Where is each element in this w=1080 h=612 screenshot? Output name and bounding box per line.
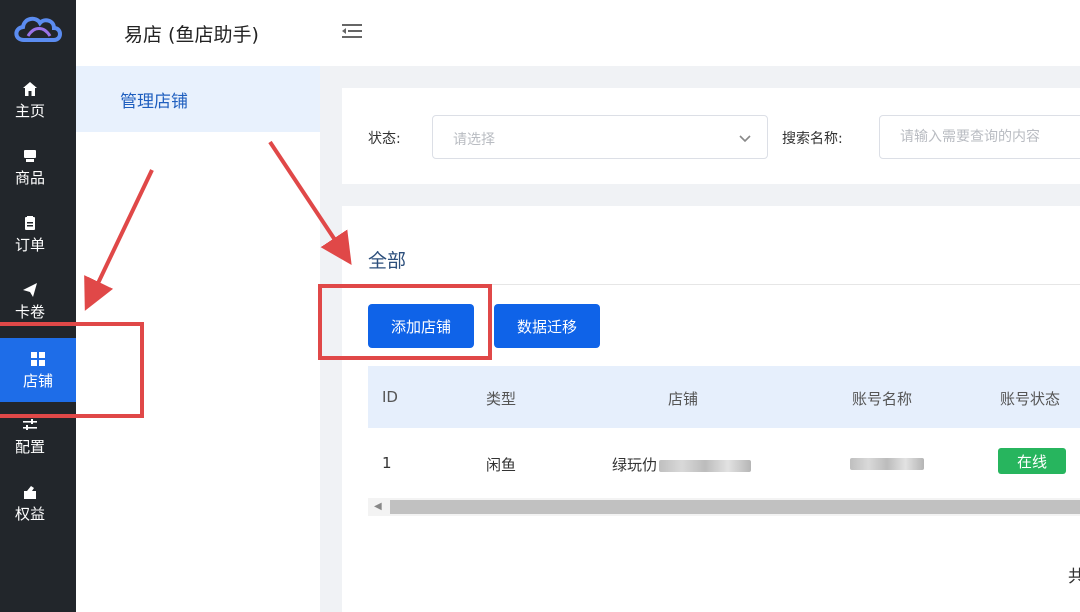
column-header: 店铺 bbox=[668, 390, 699, 408]
column-header: ID bbox=[382, 388, 398, 406]
rail-item-config[interactable]: 配置 bbox=[0, 406, 60, 466]
rail-item-label: 主页 bbox=[14, 102, 45, 120]
cell-type: 闲鱼 bbox=[486, 456, 517, 474]
menu-toggle-icon[interactable] bbox=[342, 22, 362, 40]
add-shop-button[interactable]: 添加店铺 bbox=[368, 304, 474, 348]
rail-item-orders[interactable]: 订单 bbox=[0, 204, 60, 264]
divider bbox=[368, 284, 1080, 285]
search-name-label: 搜索名称: bbox=[782, 131, 843, 147]
rail-item-rights[interactable]: 权益 bbox=[0, 473, 60, 533]
icon-rail: 主页 商品 订单 卡卷 店铺 配置 权益 bbox=[0, 0, 76, 612]
status-badge: 在线 bbox=[998, 448, 1066, 474]
status-select[interactable]: 请选择 bbox=[432, 115, 768, 159]
chevron-down-icon bbox=[737, 130, 753, 146]
scroll-left-icon[interactable]: ◀ bbox=[374, 501, 382, 512]
redacted-blur bbox=[850, 457, 924, 470]
table-row[interactable]: 1 闲鱼 绿玩仂 在线 bbox=[368, 428, 1080, 496]
secondary-sidebar: 易店 (鱼店助手) 管理店铺 bbox=[76, 0, 320, 612]
column-header: 类型 bbox=[486, 390, 517, 408]
redacted-blur bbox=[659, 459, 752, 472]
shop-list-panel: 全部 添加店铺 数据迁移 ID 类型 店铺 账号名称 账号状态 1 闲鱼 绿玩仂… bbox=[342, 206, 1080, 612]
column-header: 账号名称 bbox=[852, 390, 913, 408]
subnav-item-manage-shops[interactable]: 管理店铺 bbox=[76, 66, 320, 132]
status-label: 状态: bbox=[368, 131, 401, 147]
section-tab-all[interactable]: 全部 bbox=[368, 246, 406, 273]
rail-item-shops[interactable]: 店铺 bbox=[0, 338, 76, 402]
grid-icon bbox=[29, 350, 47, 368]
cell-account bbox=[850, 454, 924, 472]
rail-item-label: 卡卷 bbox=[14, 303, 45, 321]
rail-item-label: 店铺 bbox=[22, 372, 53, 390]
search-name-field bbox=[879, 115, 1080, 159]
search-input[interactable] bbox=[880, 116, 1080, 158]
data-migrate-button[interactable]: 数据迁移 bbox=[494, 304, 600, 348]
rights-icon bbox=[21, 483, 39, 501]
goods-icon bbox=[21, 147, 39, 165]
column-header: 账号状态 bbox=[1000, 390, 1061, 408]
rail-item-home[interactable]: 主页 bbox=[0, 70, 60, 130]
sliders-icon bbox=[21, 416, 39, 434]
cell-shop: 绿玩仂 bbox=[612, 454, 752, 475]
home-icon bbox=[21, 80, 39, 98]
table-header: ID 类型 店铺 账号名称 账号状态 bbox=[368, 366, 1080, 428]
cloud-logo-icon bbox=[0, 8, 76, 52]
rail-item-label: 配置 bbox=[14, 438, 45, 456]
pagination-total: 共 bbox=[1068, 567, 1080, 587]
rail-item-cards[interactable]: 卡卷 bbox=[0, 271, 60, 331]
send-icon bbox=[21, 281, 39, 299]
rail-item-label: 权益 bbox=[14, 505, 45, 523]
horizontal-scrollbar[interactable]: ◀ bbox=[368, 498, 1080, 516]
filter-panel: 状态: 请选择 搜索名称: bbox=[342, 88, 1080, 184]
top-header bbox=[320, 0, 1080, 66]
rail-item-label: 订单 bbox=[14, 236, 45, 254]
status-select-placeholder: 请选择 bbox=[453, 132, 495, 148]
order-icon bbox=[21, 214, 39, 232]
cell-shop-name: 绿玩仂 bbox=[612, 456, 658, 474]
rail-item-goods[interactable]: 商品 bbox=[0, 137, 60, 197]
app-title: 易店 (鱼店助手) bbox=[124, 24, 259, 46]
cell-id: 1 bbox=[382, 454, 392, 472]
rail-item-label: 商品 bbox=[14, 169, 45, 187]
scrollbar-thumb[interactable] bbox=[390, 500, 1080, 514]
subnav-item-label: 管理店铺 bbox=[120, 91, 188, 112]
